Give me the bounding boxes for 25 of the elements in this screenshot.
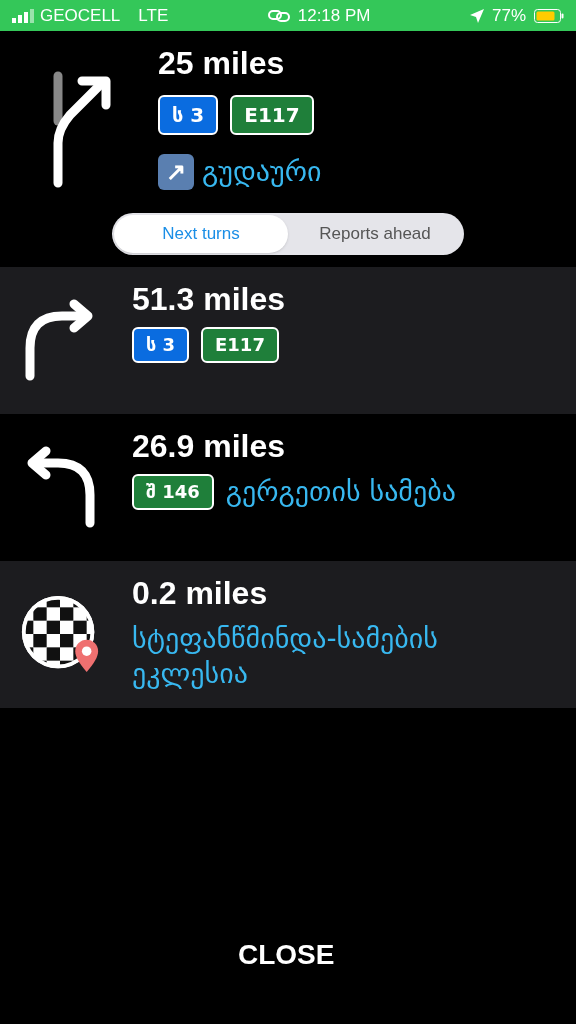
street-name: სტეფანწმინდა-სამების ეკლესია [132, 620, 439, 691]
network-type: LTE [138, 4, 169, 27]
clock-time: 12:18 PM [297, 4, 371, 27]
link-icon [267, 9, 290, 22]
turn-row[interactable]: 51.3 miles ს 3 E117 [0, 266, 576, 414]
turn-distance: 26.9 miles [132, 429, 286, 462]
street-name: გერგეთის სამება [225, 474, 456, 509]
close-button[interactable]: CLOSE [238, 934, 335, 976]
battery-percent: 77% [491, 4, 526, 27]
turn-distance: 0.2 miles [132, 576, 269, 609]
battery-icon [534, 8, 564, 23]
road-shield: ს 3 [158, 95, 219, 135]
road-shield: შ 146 [132, 473, 214, 510]
road-shield: E117 [201, 326, 279, 363]
segment-tab[interactable]: Reports ahead [288, 215, 462, 253]
turn-distance: 51.3 miles [132, 282, 285, 315]
exit-sign-icon: ↗ [158, 154, 194, 190]
road-shield: E117 [230, 95, 314, 135]
turn-row[interactable]: 0.2 miles სტეფანწმინდა-სამების ეკლესია [0, 560, 576, 708]
turn-distance: 25 miles [158, 47, 286, 79]
destination-name: გუდაური [202, 154, 322, 190]
carrier-name: GEOCELL [40, 4, 121, 27]
location-arrow-icon [469, 8, 484, 23]
road-shield: ს 3 [132, 326, 190, 363]
signal-icon [12, 8, 34, 23]
